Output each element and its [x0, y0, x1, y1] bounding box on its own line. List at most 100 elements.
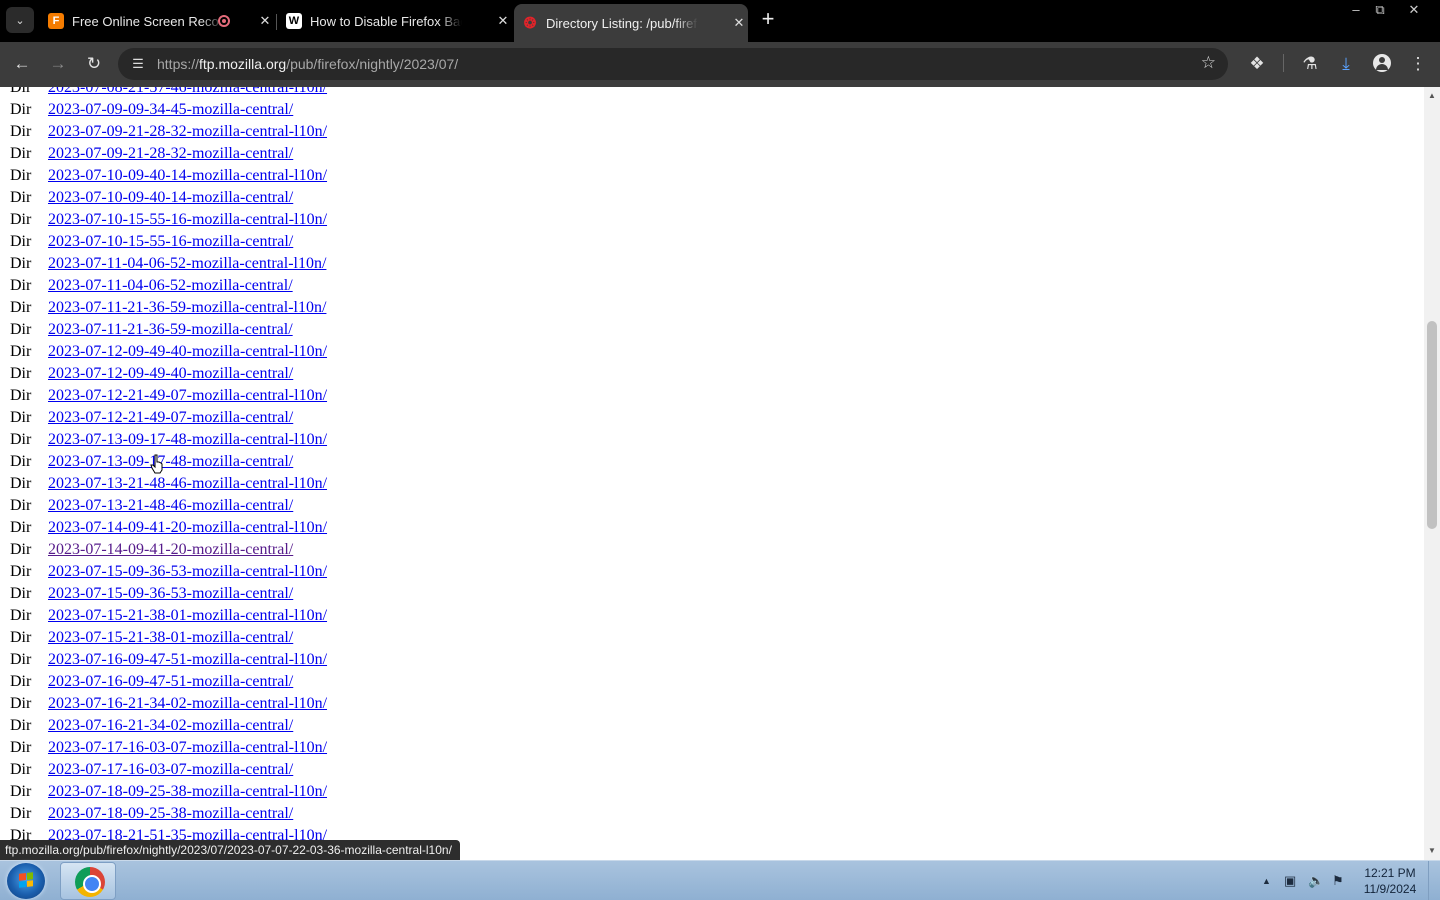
directory-link[interactable]: 2023-07-15-21-38-01-mozilla-central/: [48, 629, 293, 647]
entry-type-label: Dir: [10, 453, 32, 470]
flask-icon: ⚗: [1302, 54, 1318, 73]
listing-row: Dir 2023-07-16-09-47-51-mozilla-central/: [0, 671, 327, 693]
listing-row: Dir 2023-07-12-09-49-40-mozilla-central/: [0, 363, 327, 385]
directory-link[interactable]: 2023-07-15-09-36-53-mozilla-central/: [48, 585, 293, 603]
arrow-right-icon: →: [49, 54, 67, 73]
close-window-button[interactable]: ✕: [1400, 0, 1428, 20]
url-path: /pub/firefox/nightly/2023/07/: [286, 56, 459, 72]
tab-title: Directory Listing: /pub/firefox/n: [546, 15, 698, 31]
site-info-icon[interactable]: ☰: [128, 54, 148, 74]
entry-type-label: Dir: [10, 321, 32, 338]
screen-recorder-favicon-icon: F: [48, 13, 64, 29]
directory-link[interactable]: 2023-07-14-09-41-20-mozilla-central-l10n…: [48, 519, 327, 537]
arrow-left-icon: ←: [13, 54, 31, 73]
bookmark-star-icon[interactable]: ☆: [1201, 53, 1216, 73]
extensions-button[interactable]: ❖: [1243, 50, 1271, 78]
menu-button[interactable]: ⋮: [1404, 50, 1432, 78]
downloads-button[interactable]: ⤓: [1332, 50, 1360, 78]
entry-type-label: Dir: [10, 805, 32, 822]
directory-link[interactable]: 2023-07-08-21-57-46-mozilla-central-l10n…: [48, 87, 327, 97]
directory-link[interactable]: 2023-07-13-21-48-46-mozilla-central-l10n…: [48, 475, 327, 493]
listing-row: Dir 2023-07-16-09-47-51-mozilla-central-l…: [0, 649, 327, 671]
start-button[interactable]: [7, 863, 45, 899]
directory-link[interactable]: 2023-07-15-21-38-01-mozilla-central-l10n…: [48, 607, 327, 625]
listing-row: Dir 2023-07-11-21-36-59-mozilla-central/: [0, 319, 327, 341]
action-center-flag-icon[interactable]: ⚑: [1332, 873, 1344, 889]
show-hidden-icons-icon[interactable]: ▲: [1262, 876, 1271, 886]
directory-link[interactable]: 2023-07-12-09-49-40-mozilla-central/: [48, 365, 293, 383]
taskbar-chrome-button[interactable]: [60, 862, 116, 900]
address-bar[interactable]: ☰ https://ftp.mozilla.org/pub/firefox/ni…: [118, 48, 1228, 80]
close-tab-icon[interactable]: ✕: [494, 12, 512, 30]
close-tab-icon[interactable]: ✕: [730, 14, 748, 32]
directory-link[interactable]: 2023-07-14-09-41-20-mozilla-central/: [48, 541, 293, 559]
listing-row: Dir 2023-07-14-09-41-20-mozilla-central/: [0, 539, 327, 561]
network-icon[interactable]: ▣: [1284, 873, 1296, 889]
entry-type-label: Dir: [10, 651, 32, 668]
listing-row: Dir 2023-07-18-09-25-38-mozilla-central-l…: [0, 781, 327, 803]
directory-link[interactable]: 2023-07-11-21-36-59-mozilla-central/: [48, 321, 293, 339]
puzzle-icon: ❖: [1249, 54, 1265, 73]
directory-link[interactable]: 2023-07-16-09-47-51-mozilla-central-l10n…: [48, 651, 327, 669]
tab-search-button[interactable]: ⌄: [6, 7, 34, 33]
tab-screen-recorder[interactable]: F Free Online Screen Recorde ✕: [40, 4, 274, 38]
entry-type-label: Dir: [10, 585, 32, 602]
tab-title: Free Online Screen Recorde: [72, 13, 224, 29]
entry-type-label: Dir: [10, 299, 32, 316]
page-scrollbar[interactable]: ▲ ▼: [1424, 87, 1440, 860]
scroll-up-icon[interactable]: ▲: [1424, 89, 1440, 103]
entry-type-label: Dir: [10, 87, 32, 96]
directory-link[interactable]: 2023-07-09-21-28-32-mozilla-central/: [48, 145, 293, 163]
tab-directory-listing[interactable]: ❂ Directory Listing: /pub/firefox/n ✕: [514, 4, 748, 42]
entry-type-label: Dir: [10, 233, 32, 250]
directory-link[interactable]: 2023-07-15-09-36-53-mozilla-central-l10n…: [48, 563, 327, 581]
directory-link[interactable]: 2023-07-16-09-47-51-mozilla-central/: [48, 673, 293, 691]
tab-disable-firefox[interactable]: W How to Disable Firefox Backgro ✕: [278, 4, 512, 38]
listing-row: Dir 2023-07-12-21-49-07-mozilla-central/: [0, 407, 327, 429]
directory-link[interactable]: 2023-07-09-09-34-45-mozilla-central/: [48, 101, 293, 119]
reload-button[interactable]: ↻: [80, 50, 108, 78]
directory-link[interactable]: 2023-07-12-21-49-07-mozilla-central-l10n…: [48, 387, 327, 405]
forward-button[interactable]: →: [44, 50, 72, 78]
directory-link[interactable]: 2023-07-11-04-06-52-mozilla-central/: [48, 277, 293, 295]
directory-link[interactable]: 2023-07-13-09-17-48-mozilla-central/: [48, 453, 293, 471]
recording-indicator-icon: [218, 15, 230, 27]
show-desktop-button[interactable]: [1428, 861, 1440, 900]
directory-link[interactable]: 2023-07-10-09-40-14-mozilla-central/: [48, 189, 293, 207]
entry-type-label: Dir: [10, 365, 32, 382]
volume-muted-icon[interactable]: 🔈: [1308, 873, 1324, 889]
scrollbar-thumb[interactable]: [1427, 321, 1437, 529]
directory-link[interactable]: 2023-07-18-09-25-38-mozilla-central-l10n…: [48, 783, 327, 801]
directory-link[interactable]: 2023-07-12-09-49-40-mozilla-central-l10n…: [48, 343, 327, 361]
close-tab-icon[interactable]: ✕: [256, 12, 274, 30]
labs-button[interactable]: ⚗: [1296, 50, 1324, 78]
directory-link[interactable]: 2023-07-16-21-34-02-mozilla-central/: [48, 717, 293, 735]
directory-link[interactable]: 2023-07-17-16-03-07-mozilla-central/: [48, 761, 293, 779]
restore-button[interactable]: ⧉: [1366, 0, 1394, 20]
listing-row: Dir 2023-07-16-21-34-02-mozilla-central/: [0, 715, 327, 737]
entry-type-label: Dir: [10, 101, 32, 118]
entry-type-label: Dir: [10, 123, 32, 140]
listing-row: Dir 2023-07-15-21-38-01-mozilla-central-l…: [0, 605, 327, 627]
entry-type-label: Dir: [10, 343, 32, 360]
reload-icon: ↻: [86, 54, 102, 73]
directory-link[interactable]: 2023-07-10-15-55-16-mozilla-central/: [48, 233, 293, 251]
browser-toolbar: ← → ↻ ☰ https://ftp.mozilla.org/pub/fire…: [0, 42, 1440, 87]
profile-avatar-icon[interactable]: [1373, 54, 1391, 72]
directory-link[interactable]: 2023-07-10-15-55-16-mozilla-central-l10n…: [48, 211, 327, 229]
directory-link[interactable]: 2023-07-18-09-25-38-mozilla-central/: [48, 805, 293, 823]
directory-link[interactable]: 2023-07-13-21-48-46-mozilla-central/: [48, 497, 293, 515]
directory-link[interactable]: 2023-07-12-21-49-07-mozilla-central/: [48, 409, 293, 427]
listing-row: Dir 2023-07-18-09-25-38-mozilla-central/: [0, 803, 327, 825]
directory-link[interactable]: 2023-07-16-21-34-02-mozilla-central-l10n…: [48, 695, 327, 713]
directory-link[interactable]: 2023-07-17-16-03-07-mozilla-central-l10n…: [48, 739, 327, 757]
directory-link[interactable]: 2023-07-11-21-36-59-mozilla-central-l10n…: [48, 299, 326, 317]
directory-link[interactable]: 2023-07-10-09-40-14-mozilla-central-l10n…: [48, 167, 327, 185]
directory-link[interactable]: 2023-07-09-21-28-32-mozilla-central-l10n…: [48, 123, 327, 141]
directory-link[interactable]: 2023-07-11-04-06-52-mozilla-central-l10n…: [48, 255, 326, 273]
system-clock[interactable]: 12:21 PM 11/9/2024: [1356, 865, 1424, 897]
back-button[interactable]: ←: [8, 50, 36, 78]
scroll-down-icon[interactable]: ▼: [1424, 844, 1440, 858]
new-tab-button[interactable]: +: [756, 8, 780, 32]
directory-link[interactable]: 2023-07-13-09-17-48-mozilla-central-l10n…: [48, 431, 327, 449]
